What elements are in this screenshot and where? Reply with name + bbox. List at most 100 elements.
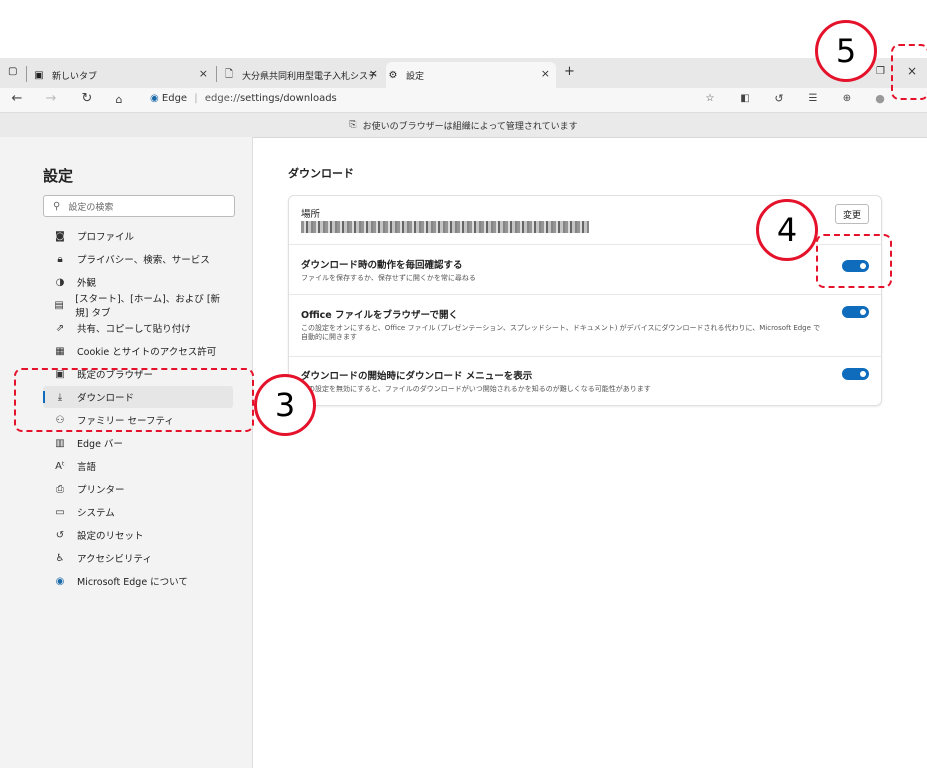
settings-search-input[interactable]: ⚲ 設定の検索	[43, 195, 235, 217]
annotation-highlight-close	[891, 44, 927, 100]
new-tab-icon: ▣	[34, 69, 44, 81]
sidebar-item-label: プロファイル	[77, 232, 135, 243]
sidebar-item-reset[interactable]: ↺ 設定のリセット	[43, 524, 233, 546]
location-path-blurred	[301, 221, 589, 233]
profile-icon: ◙	[55, 230, 65, 242]
location-label: 場所	[301, 209, 321, 220]
sidebar-item-label: 言語	[77, 462, 97, 473]
tab-close-button[interactable]: ×	[369, 67, 378, 80]
tab-label: 設定	[406, 71, 425, 82]
sync-icon[interactable]: ↺	[770, 92, 788, 105]
setting-description: ファイルを保存するか、保存せずに開くかを常に尋ねる	[301, 274, 476, 282]
sidebar-item-printers[interactable]: ⎙ プリンター	[43, 478, 233, 500]
page-title: ダウンロード	[288, 167, 354, 180]
sidebar-item-edge-bar[interactable]: ▥ Edge バー	[43, 432, 233, 454]
sidebar-item-profile[interactable]: ◙ プロファイル	[43, 225, 233, 247]
sidebar-item-label: 外観	[77, 278, 97, 289]
sidebar-item-accessibility[interactable]: ♿︎ アクセシビリティ	[43, 547, 233, 569]
address-field[interactable]: ◉ Edge | edge://settings/downloads	[150, 93, 337, 104]
search-icon: ⚲	[53, 200, 61, 212]
sidebar-item-share[interactable]: ⇗ 共有、コピーして貼り付け	[43, 317, 233, 339]
annotation-number-5: 5	[815, 20, 877, 82]
edge-bar-icon: ▥	[55, 437, 65, 449]
extension-icon[interactable]: ◧	[736, 93, 754, 104]
document-icon: 🗋	[224, 68, 234, 80]
favorites-icon[interactable]: ☰	[804, 93, 822, 104]
system-icon: ▭	[55, 506, 65, 518]
managed-icon: ⎘	[349, 120, 357, 130]
home-icon[interactable]: ⌂	[110, 93, 128, 106]
tab-strip: ▢ ▣ 新しいタブ × 🗋 大分県共同利用型電子入札システ × ⚙ 設定 × +…	[0, 58, 927, 88]
download-menu-toggle[interactable]	[842, 368, 869, 380]
setting-description: この設定を無効にすると、ファイルのダウンロードがいつ開始されるかを知るのが難しく…	[301, 385, 651, 393]
language-icon: Aᵗ	[55, 460, 65, 472]
start-page-icon: ▤	[54, 299, 64, 311]
sidebar-item-label: アクセシビリティ	[77, 554, 152, 565]
office-files-toggle[interactable]	[842, 306, 869, 318]
tab-label: 新しいタブ	[52, 71, 98, 82]
managed-info-bar: ⎘ お使いのブラウザーは組織によって管理されています	[0, 113, 927, 138]
sidebar-item-label: Cookie とサイトのアクセス許可	[77, 347, 217, 358]
change-location-button[interactable]: 変更	[835, 204, 869, 224]
printer-icon: ⎙	[56, 483, 64, 495]
setting-description: この設定をオンにすると、Office ファイル (プレゼンテーション、スプレッド…	[301, 324, 821, 341]
lock-icon: 🔒︎	[57, 253, 63, 265]
setting-title: Office ファイルをブラウザーで開く	[301, 310, 458, 321]
url-path: settings/downloads	[239, 93, 337, 104]
sidebar-item-system[interactable]: ▭ システム	[43, 501, 233, 523]
sidebar-item-label: Microsoft Edge について	[77, 577, 188, 588]
url-prefix: edge://	[204, 93, 240, 104]
annotation-number-3: 3	[254, 374, 316, 436]
back-icon[interactable]: ←	[8, 91, 26, 106]
setting-title: ダウンロードの開始時にダウンロード メニューを表示	[301, 371, 533, 382]
appearance-icon: ◑	[55, 276, 65, 288]
toggle-knob	[860, 371, 866, 377]
sidebar-item-label: システム	[77, 508, 115, 519]
managed-message: お使いのブラウザーは組織によって管理されています	[362, 121, 578, 132]
cookie-icon: ▦	[55, 345, 65, 357]
toggle-knob	[860, 309, 866, 315]
sidebar-item-about[interactable]: ◉ Microsoft Edge について	[43, 570, 233, 592]
collections-icon[interactable]: ⊕	[838, 93, 856, 104]
avatar[interactable]: ●	[871, 92, 889, 105]
forward-icon[interactable]: →	[42, 91, 60, 106]
tab-new-tab[interactable]: ▣ 新しいタブ ×	[32, 62, 214, 88]
share-icon: ⇗	[55, 322, 65, 334]
favorite-add-icon[interactable]: ☆	[701, 93, 719, 104]
restore-icon[interactable]: ❐	[876, 66, 885, 77]
setting-row-download-menu: ダウンロードの開始時にダウンロード メニューを表示 この設定を無効にすると、ファ…	[289, 356, 881, 405]
sidebar-item-appearance[interactable]: ◑ 外観	[43, 271, 233, 293]
address-bar-row: ← → ↻ ⌂ ◉ Edge | edge://settings/downloa…	[0, 88, 927, 113]
accessibility-icon: ♿︎	[55, 552, 65, 564]
edge-logo-icon: ◉	[150, 93, 159, 104]
edge-logo-icon: ◉	[55, 575, 65, 587]
setting-title: ダウンロード時の動作を毎回確認する	[301, 260, 463, 271]
sidebar-title: 設定	[43, 167, 74, 185]
tab-close-button[interactable]: ×	[541, 67, 550, 80]
settings-sidebar: 設定 ⚲ 設定の検索 ◙ プロファイル 🔒︎ プライバシー、検索、サービス ◑ 外観 …	[0, 137, 253, 768]
tab-close-button[interactable]: ×	[199, 67, 208, 80]
sidebar-item-label: 設定のリセット	[77, 531, 144, 542]
search-placeholder: 設定の検索	[68, 202, 114, 213]
setting-row-office-files: Office ファイルをブラウザーで開く この設定をオンにすると、Office …	[289, 294, 881, 357]
annotation-highlight-toggle	[816, 234, 892, 288]
sidebar-item-start-page[interactable]: ▤ [スタート]、[ホーム]、および [新規] タブ	[43, 294, 233, 319]
sidebar-item-cookies[interactable]: ▦ Cookie とサイトのアクセス許可	[43, 340, 233, 362]
tab-settings[interactable]: ⚙ 設定 ×	[386, 62, 556, 88]
sidebar-item-languages[interactable]: Aᵗ 言語	[43, 455, 233, 477]
refresh-icon[interactable]: ↻	[78, 91, 96, 106]
sidebar-item-label: [スタート]、[ホーム]、および [新規] タブ	[75, 294, 221, 319]
site-name: Edge	[161, 93, 188, 104]
sidebar-item-privacy[interactable]: 🔒︎ プライバシー、検索、サービス	[43, 248, 233, 270]
tab-actions-icon[interactable]: ▢	[8, 66, 17, 77]
tab-bid-system[interactable]: 🗋 大分県共同利用型電子入札システ ×	[222, 62, 384, 88]
reset-icon: ↺	[55, 529, 65, 541]
tab-label: 大分県共同利用型電子入札システ	[242, 71, 378, 82]
annotation-highlight-downloads	[14, 368, 254, 432]
new-tab-button[interactable]: +	[564, 64, 575, 79]
annotation-number-4: 4	[756, 199, 818, 261]
gear-icon: ⚙	[388, 69, 398, 81]
sidebar-item-label: Edge バー	[77, 439, 123, 450]
sidebar-item-label: 共有、コピーして貼り付け	[77, 324, 191, 335]
sidebar-item-label: プライバシー、検索、サービス	[77, 255, 210, 266]
